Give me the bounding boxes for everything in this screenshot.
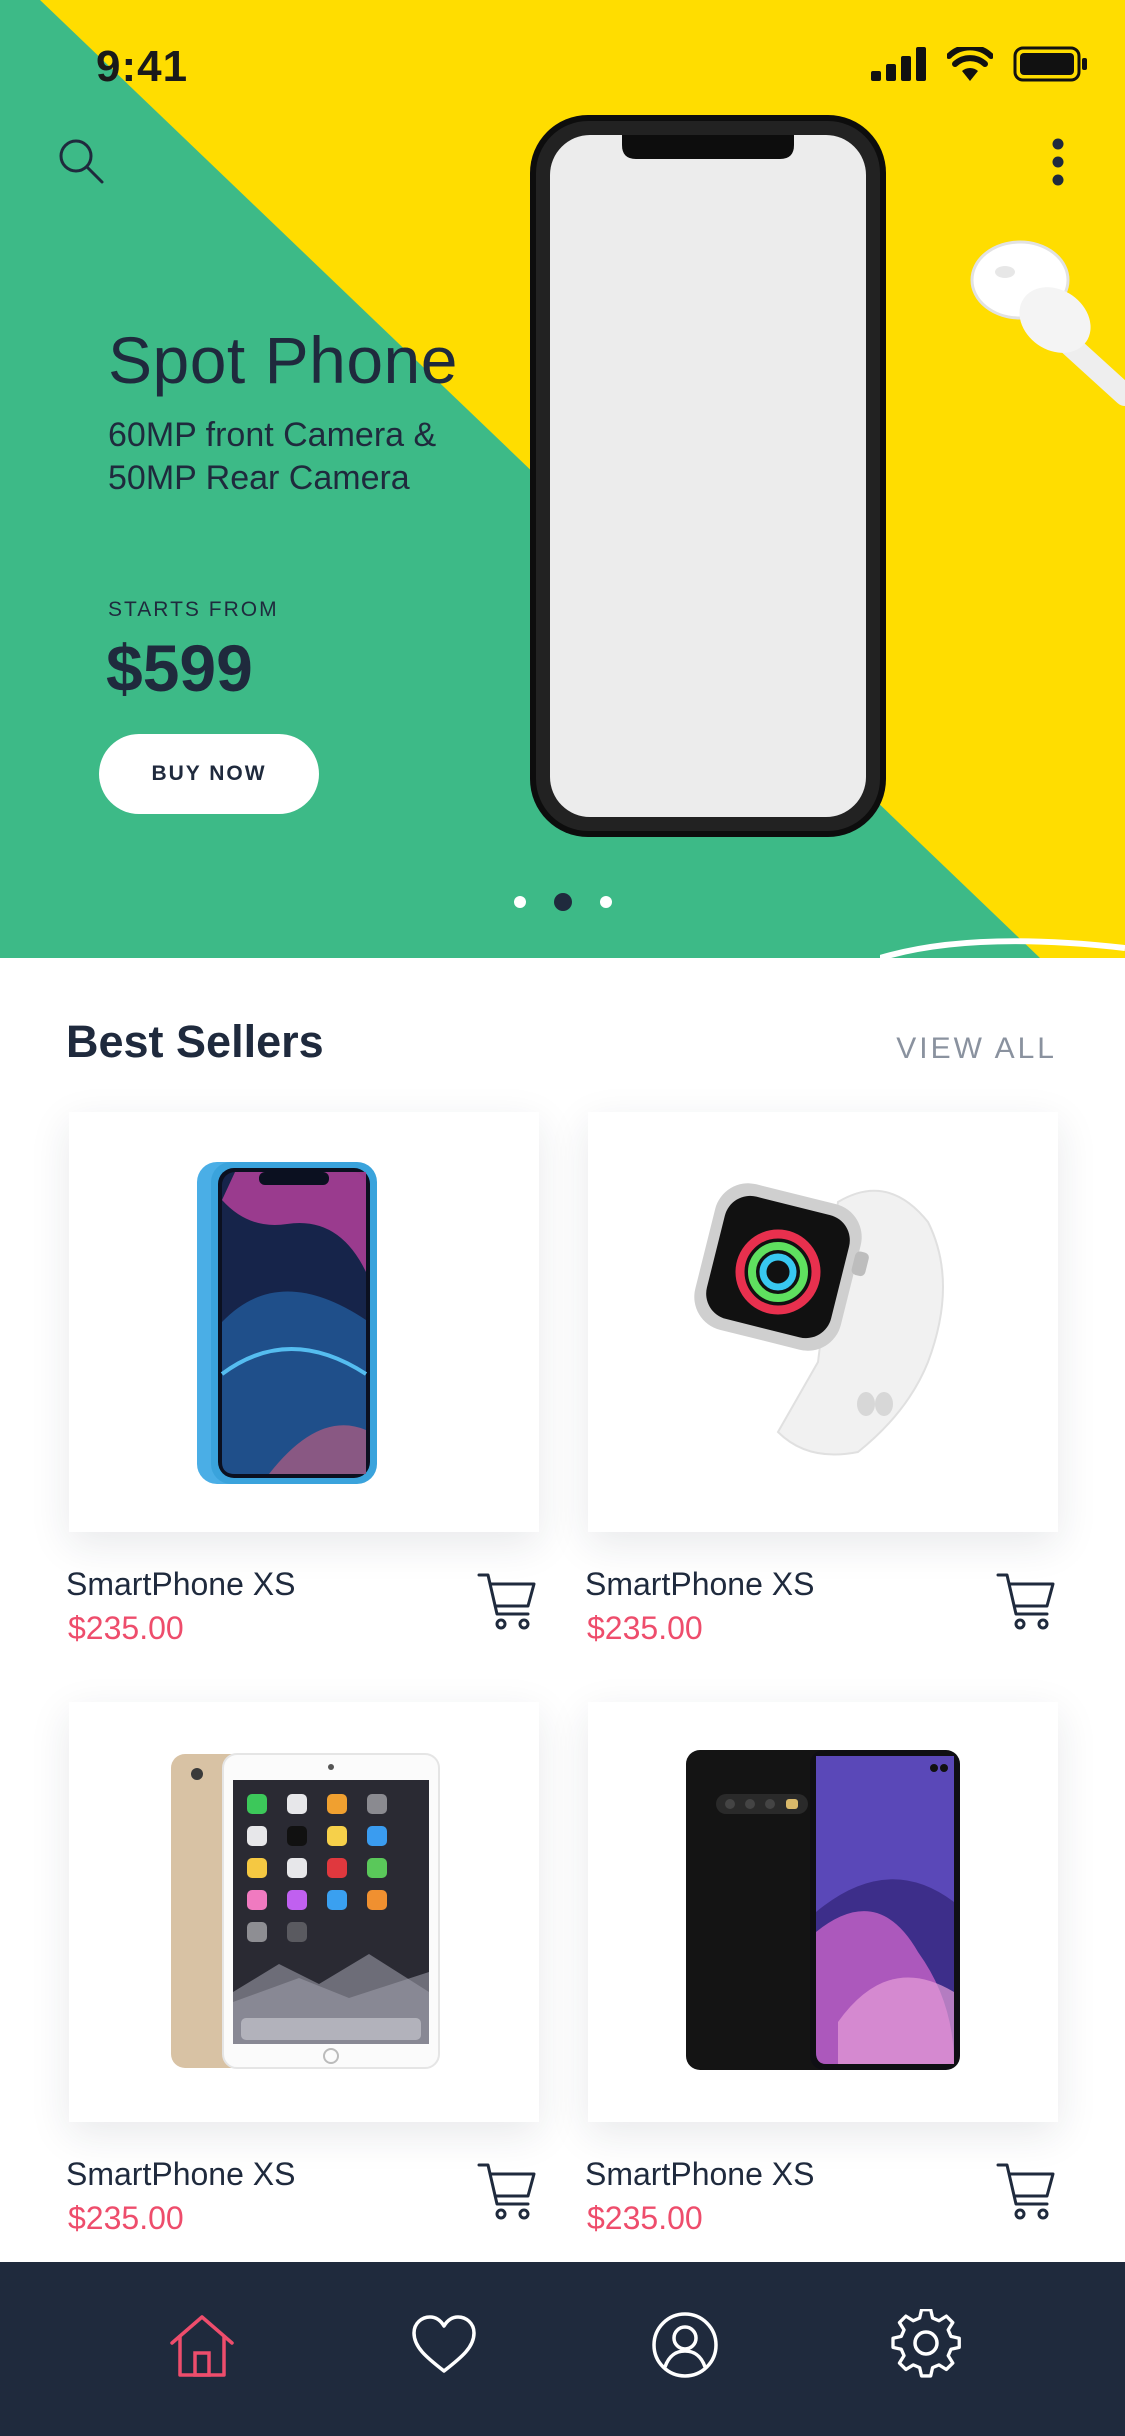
- add-to-cart-icon[interactable]: [476, 2160, 538, 2222]
- product-price: $235.00: [68, 1610, 184, 1646]
- hero-phone-image: [530, 115, 886, 837]
- product-name[interactable]: SmartPhone XS: [66, 1566, 295, 1603]
- settings-icon[interactable]: [890, 2309, 962, 2381]
- bottom-nav: [0, 2262, 1125, 2436]
- product-card[interactable]: [588, 1702, 1058, 2122]
- product-price: $235.00: [587, 2200, 703, 2236]
- product-name[interactable]: SmartPhone XS: [585, 1566, 814, 1603]
- hero-title: Spot Phone: [108, 323, 458, 397]
- status-icons: [871, 46, 1089, 82]
- carousel-dots: [0, 891, 1125, 913]
- status-time: 9:41: [96, 42, 189, 91]
- starts-from-label: STARTS FROM: [108, 598, 279, 621]
- battery-icon: [1013, 46, 1087, 82]
- carousel-dot-active[interactable]: [553, 893, 572, 911]
- blue-smartphone-icon: [197, 1162, 377, 1484]
- hero-banner: 9:41 Spot Phone 60MP front Camera & 50MP…: [0, 0, 1125, 958]
- product-name[interactable]: SmartPhone XS: [66, 2156, 295, 2193]
- product-name[interactable]: SmartPhone XS: [585, 2156, 814, 2193]
- add-to-cart-icon[interactable]: [476, 1570, 538, 1632]
- product-card[interactable]: [588, 1112, 1058, 1532]
- status-bar: 9:41: [0, 0, 1125, 132]
- hero-price: $599: [106, 631, 253, 705]
- carousel-dot[interactable]: [513, 896, 526, 908]
- gold-tablet-icon: [171, 1753, 440, 2069]
- best-sellers-title: Best Sellers: [66, 1016, 324, 1067]
- home-icon[interactable]: [166, 2309, 238, 2381]
- hero-subtitle: 60MP front Camera & 50MP Rear Camera: [108, 414, 528, 500]
- carousel-dot[interactable]: [599, 896, 612, 908]
- hero-subtitle-line2: 50MP Rear Camera: [108, 459, 410, 497]
- product-card[interactable]: [69, 1112, 539, 1532]
- product-price: $235.00: [68, 2200, 184, 2236]
- smartwatch-icon: [694, 1183, 944, 1456]
- wifi-icon: [947, 47, 993, 81]
- signal-icon: [871, 47, 926, 81]
- heart-icon[interactable]: [408, 2309, 480, 2381]
- more-options-icon[interactable]: [1040, 136, 1076, 188]
- profile-icon[interactable]: [649, 2309, 721, 2381]
- hero-subtitle-line1: 60MP front Camera &: [108, 416, 437, 454]
- view-all-link[interactable]: VIEW ALL: [896, 1032, 1057, 1066]
- product-price: $235.00: [587, 1610, 703, 1646]
- black-smartphone-icon: [686, 1750, 960, 2070]
- earbud-image: [970, 240, 1125, 406]
- add-to-cart-icon[interactable]: [995, 1570, 1057, 1632]
- search-icon[interactable]: [56, 136, 108, 188]
- product-card[interactable]: [69, 1702, 539, 2122]
- add-to-cart-icon[interactable]: [995, 2160, 1057, 2222]
- buy-now-button[interactable]: BUY NOW: [99, 734, 319, 814]
